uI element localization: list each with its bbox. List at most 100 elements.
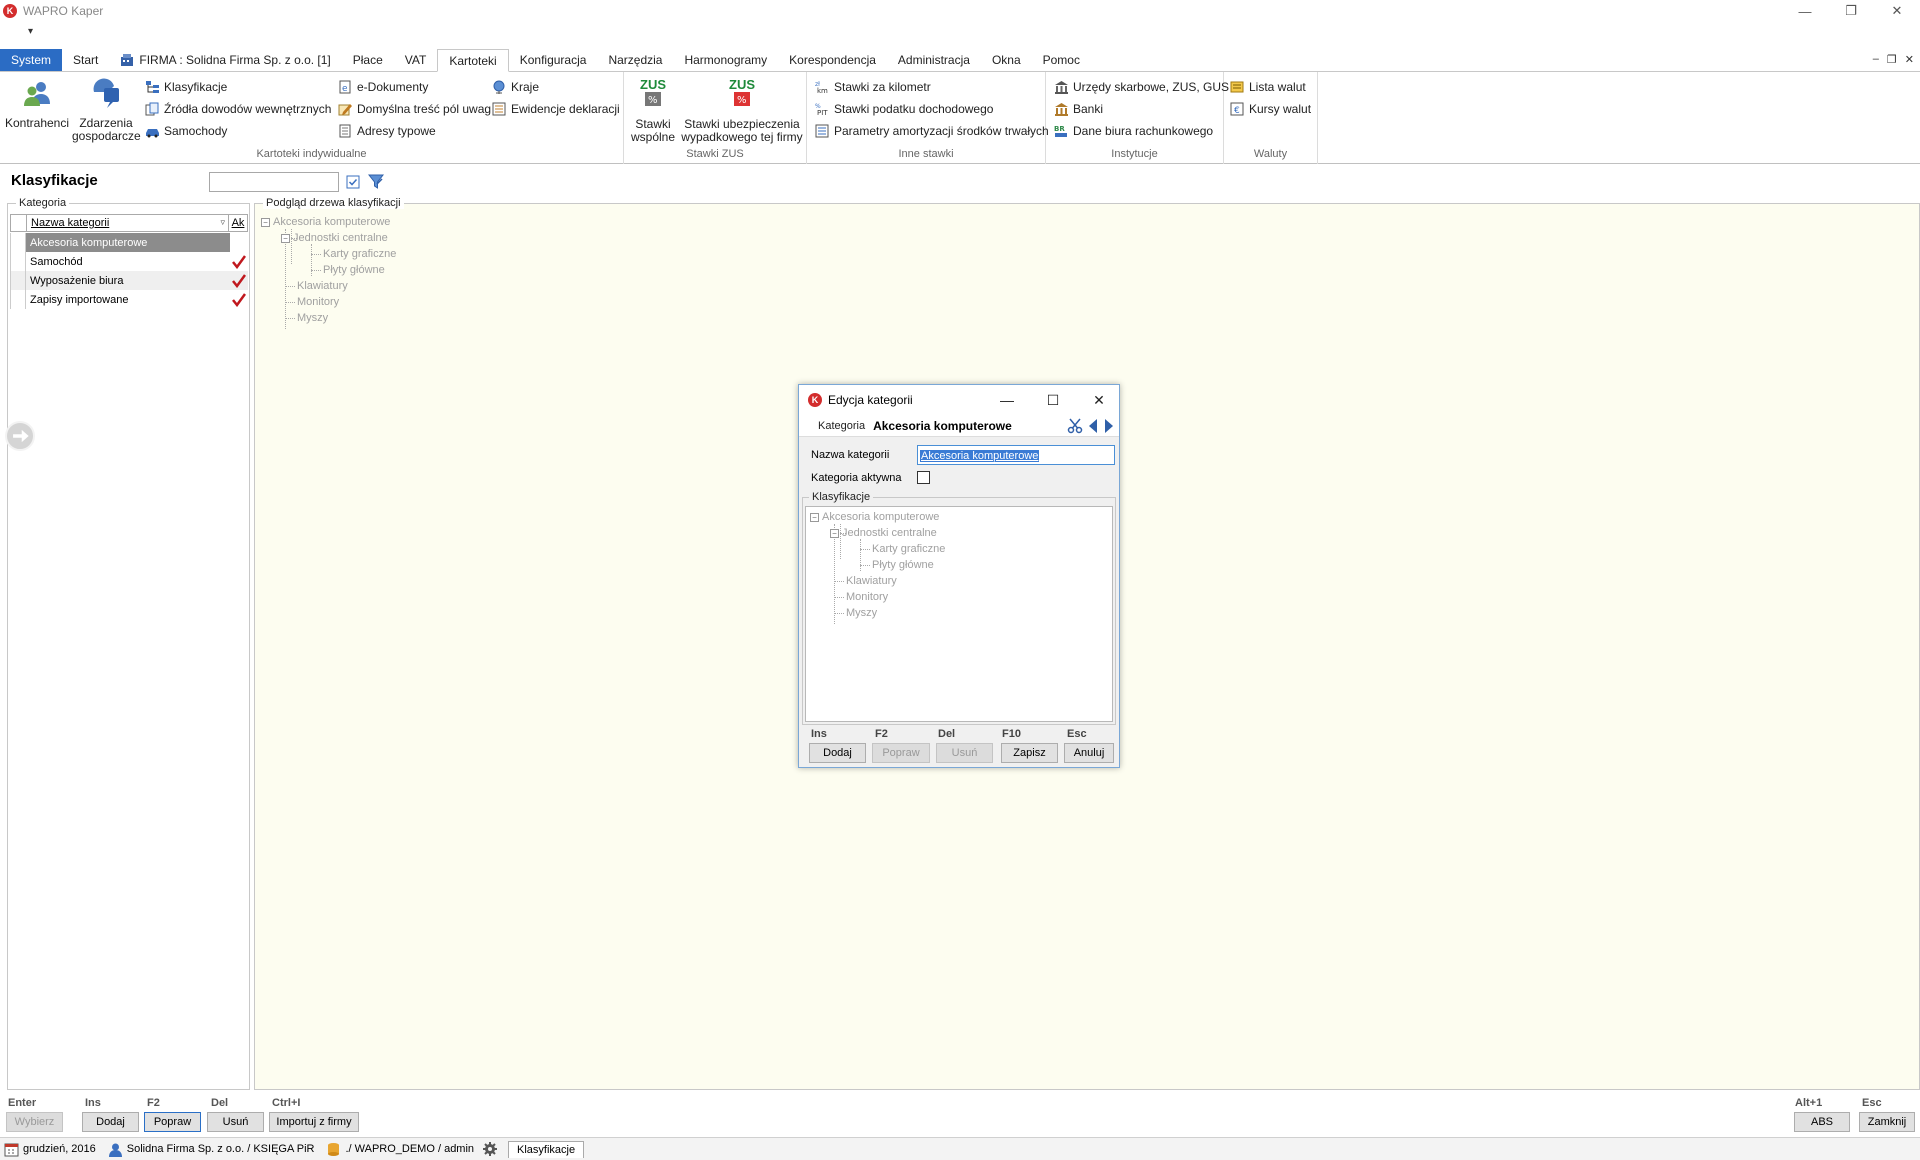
save-button[interactable]: Zapisz bbox=[1001, 743, 1058, 763]
category-name-input[interactable]: Akcesoria komputerowe bbox=[917, 445, 1115, 465]
edit-button[interactable]: Popraw bbox=[144, 1112, 201, 1132]
collapse-icon[interactable]: − bbox=[261, 217, 270, 227]
tree-node[interactable]: Myszy bbox=[846, 605, 877, 621]
tab-place[interactable]: Płace bbox=[342, 49, 394, 71]
adresy-typowe-button[interactable]: Adresy typowe bbox=[338, 122, 436, 140]
add-button[interactable]: Dodaj bbox=[809, 743, 866, 763]
mdi-minimize-icon[interactable]: – bbox=[1873, 53, 1879, 66]
stawki-wspolne-button[interactable]: ZUS % Stawki wspólne bbox=[628, 78, 678, 144]
column-header-name[interactable]: Nazwa kategorii ▿ bbox=[27, 215, 229, 231]
search-input[interactable] bbox=[209, 172, 339, 192]
edokumenty-button[interactable]: e e-Dokumenty bbox=[338, 78, 428, 96]
table-row[interactable]: Zapisy importowane bbox=[10, 290, 248, 309]
column-header-active[interactable]: Ak bbox=[229, 215, 247, 231]
tree-node-root[interactable]: − Akcesoria komputerowe bbox=[810, 509, 939, 525]
kraje-button[interactable]: Kraje bbox=[492, 78, 539, 96]
ewidencje-deklaracji-button[interactable]: Ewidencje deklaracji bbox=[492, 100, 620, 118]
kontrahenci-button[interactable]: Kontrahenci bbox=[4, 78, 70, 130]
tab-vat[interactable]: VAT bbox=[394, 49, 438, 71]
lista-walut-button[interactable]: Lista walut bbox=[1230, 78, 1306, 96]
tab-administracja[interactable]: Administracja bbox=[887, 49, 981, 71]
cancel-button[interactable]: Anuluj bbox=[1064, 743, 1114, 763]
status-date[interactable]: grudzień, 2016 bbox=[0, 1142, 96, 1157]
select-button[interactable]: Wybierz bbox=[6, 1112, 63, 1132]
previous-arrow-icon[interactable] bbox=[1087, 418, 1099, 434]
table-row[interactable]: Wyposażenie biura bbox=[10, 271, 248, 290]
abs-button[interactable]: ABS bbox=[1794, 1112, 1850, 1132]
tree-node[interactable]: Płyty główne bbox=[872, 557, 934, 573]
checkbox-search-icon[interactable] bbox=[346, 175, 360, 189]
quick-access-dropdown-icon[interactable]: ▾ bbox=[28, 26, 33, 37]
row-selector[interactable] bbox=[10, 271, 26, 290]
collapse-icon[interactable]: − bbox=[830, 528, 839, 538]
stawki-wypadkowe-button[interactable]: ZUS % Stawki ubezpieczenia wypadkowego t… bbox=[680, 78, 804, 144]
klasyfikacje-button[interactable]: Klasyfikacje bbox=[145, 78, 227, 96]
svg-text:€: € bbox=[1234, 106, 1240, 116]
dane-biura-button[interactable]: BR Dane biura rachunkowego bbox=[1054, 122, 1213, 140]
domyslna-tresc-button[interactable]: Domyślna treść pól uwag bbox=[338, 100, 491, 118]
tab-kartoteki[interactable]: Kartoteki bbox=[437, 49, 509, 72]
collapse-icon[interactable]: − bbox=[281, 233, 290, 243]
tree-node[interactable]: − Jednostki centralne bbox=[830, 525, 937, 541]
samochody-button[interactable]: Samochody bbox=[145, 122, 227, 140]
table-row[interactable]: Akcesoria komputerowe bbox=[10, 233, 248, 252]
status-firm[interactable]: Solidna Firma Sp. z o.o. / KSIĘGA PiR bbox=[104, 1142, 314, 1157]
tab-okna[interactable]: Okna bbox=[981, 49, 1032, 71]
tree-node[interactable]: Karty graficzne bbox=[323, 246, 396, 262]
edit-button[interactable]: Popraw bbox=[872, 743, 930, 763]
tree-node[interactable]: Monitory bbox=[297, 294, 339, 310]
close-button[interactable]: Zamknij bbox=[1859, 1112, 1915, 1132]
tree-node[interactable]: Płyty główne bbox=[323, 262, 385, 278]
kursy-walut-button[interactable]: € Kursy walut bbox=[1230, 100, 1311, 118]
table-row[interactable]: Samochód bbox=[10, 252, 248, 271]
tab-start[interactable]: Start bbox=[62, 49, 109, 71]
banki-button[interactable]: Banki bbox=[1054, 100, 1103, 118]
window-tab-klasyfikacje[interactable]: Klasyfikacje bbox=[508, 1140, 585, 1158]
minimize-icon[interactable]: — bbox=[985, 385, 1029, 415]
zdarzenia-button[interactable]: Zdarzenia gospodarcze bbox=[72, 78, 141, 143]
active-checkbox[interactable] bbox=[917, 471, 930, 484]
tab-konfiguracja[interactable]: Konfiguracja bbox=[509, 49, 598, 71]
restore-icon[interactable]: ❐ bbox=[1828, 0, 1874, 22]
collapse-icon[interactable]: − bbox=[810, 512, 819, 522]
urzedy-button[interactable]: Urzędy skarbowe, ZUS, GUS bbox=[1054, 78, 1229, 96]
next-arrow-icon[interactable] bbox=[1103, 418, 1115, 434]
close-icon[interactable]: ✕ bbox=[1077, 385, 1121, 415]
add-button[interactable]: Dodaj bbox=[82, 1112, 139, 1132]
tab-narzedzia[interactable]: Narzędzia bbox=[597, 49, 673, 71]
row-selector[interactable] bbox=[10, 252, 26, 271]
tree-node-root[interactable]: − Akcesoria komputerowe bbox=[261, 214, 390, 230]
tree-node[interactable]: Klawiatury bbox=[846, 573, 897, 589]
tab-korespondencja[interactable]: Korespondencja bbox=[778, 49, 887, 71]
mdi-close-icon[interactable]: ✕ bbox=[1905, 53, 1914, 66]
scissors-icon[interactable] bbox=[1067, 418, 1083, 434]
tree-node[interactable]: Myszy bbox=[297, 310, 328, 326]
calendar-icon bbox=[4, 1143, 19, 1156]
row-selector[interactable] bbox=[10, 233, 26, 252]
delete-button[interactable]: Usuń bbox=[936, 743, 993, 763]
close-icon[interactable]: ✕ bbox=[1874, 0, 1920, 22]
tree-node[interactable]: − Jednostki centralne bbox=[281, 230, 388, 246]
tree-node[interactable]: Monitory bbox=[846, 589, 888, 605]
tab-pomoc[interactable]: Pomoc bbox=[1032, 49, 1091, 71]
expand-panel-arrow-icon[interactable] bbox=[5, 421, 35, 451]
parametry-amortyzacji-button[interactable]: Parametry amortyzacji środków trwałych bbox=[815, 122, 1049, 140]
tab-harmonogramy[interactable]: Harmonogramy bbox=[673, 49, 778, 71]
filter-icon[interactable] bbox=[368, 174, 384, 190]
minimize-icon[interactable]: — bbox=[1782, 0, 1828, 22]
zrodla-button[interactable]: Źródła dowodów wewnętrznych bbox=[145, 100, 331, 118]
delete-button[interactable]: Usuń bbox=[207, 1112, 264, 1132]
tree-node[interactable]: Klawiatury bbox=[297, 278, 348, 294]
import-from-firm-button[interactable]: Importuj z firmy bbox=[269, 1112, 359, 1132]
status-database[interactable]: ./ WAPRO_DEMO / admin bbox=[322, 1142, 474, 1157]
tree-node[interactable]: Karty graficzne bbox=[872, 541, 945, 557]
tab-firma[interactable]: FIRMA : Solidna Firma Sp. z o.o. [1] bbox=[109, 49, 341, 71]
column-filter-icon[interactable]: ▿ bbox=[220, 217, 225, 228]
mdi-restore-icon[interactable]: ❐ bbox=[1887, 53, 1897, 66]
stawki-podatku-button[interactable]: % PIT Stawki podatku dochodowego bbox=[815, 100, 993, 118]
gear-icon[interactable] bbox=[482, 1141, 498, 1157]
row-selector[interactable] bbox=[10, 290, 26, 309]
tab-system[interactable]: System bbox=[0, 49, 63, 71]
stawki-kilometr-button[interactable]: zł km Stawki za kilometr bbox=[815, 78, 931, 96]
maximize-icon[interactable]: ☐ bbox=[1031, 385, 1075, 415]
